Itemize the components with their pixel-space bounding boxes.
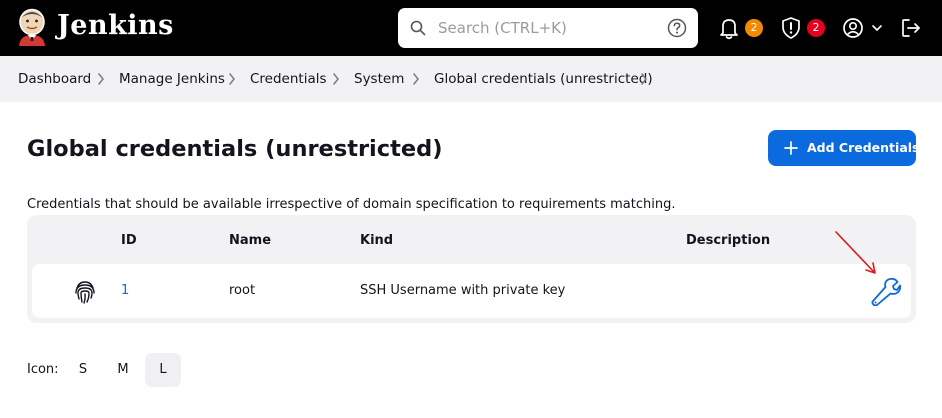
breadcrumb-item-global-credentials[interactable]: Global credentials (unrestricted): [434, 70, 653, 88]
fingerprint-icon: [75, 281, 95, 304]
search-input[interactable]: [438, 14, 648, 42]
icon-size-medium[interactable]: M: [105, 353, 141, 387]
logout-icon: [902, 19, 920, 37]
user-menu-button[interactable]: [842, 14, 886, 42]
credential-name: root: [229, 283, 256, 298]
page-description: Credentials that should be available irr…: [27, 197, 676, 212]
chevron-right-icon: [229, 73, 235, 85]
table-row: 1 root SSH Username with private key: [32, 264, 911, 318]
chevron-right-icon: [98, 73, 104, 85]
credentials-table: ID Name Kind Description 1 root SSH User…: [27, 215, 916, 323]
notifications-badge: 2: [745, 19, 763, 37]
notifications-button[interactable]: 2: [718, 14, 766, 42]
security-badge: 2: [807, 19, 825, 37]
annotation-arrow: [835, 231, 876, 274]
breadcrumb: Dashboard Manage Jenkins Credentials Sys…: [0, 56, 942, 102]
top-header: Jenkins 2 2: [0, 0, 942, 56]
breadcrumb-item-manage-jenkins[interactable]: Manage Jenkins: [119, 70, 225, 88]
breadcrumb-item-credentials[interactable]: Credentials: [250, 70, 327, 88]
icon-size-large[interactable]: L: [145, 353, 181, 387]
column-header-name[interactable]: Name: [229, 232, 271, 250]
user-icon: [843, 18, 863, 38]
chevron-down-icon: [872, 25, 882, 31]
wrench-icon[interactable]: [869, 276, 901, 306]
add-credentials-label: Add Credentials: [807, 140, 920, 155]
breadcrumb-item-dashboard[interactable]: Dashboard: [18, 70, 91, 88]
column-header-description[interactable]: Description: [686, 232, 770, 250]
icon-size-small[interactable]: S: [65, 353, 101, 387]
plus-icon: [784, 141, 798, 155]
chevron-right-icon[interactable]: [640, 73, 648, 85]
search-icon: [410, 20, 426, 36]
column-header-kind[interactable]: Kind: [360, 232, 393, 250]
logout-button[interactable]: [900, 14, 924, 42]
help-icon[interactable]: [667, 18, 687, 38]
icon-size-label: Icon:: [27, 362, 59, 377]
bell-icon: [720, 19, 738, 40]
credential-kind: SSH Username with private key: [360, 283, 566, 298]
chevron-right-icon: [333, 73, 339, 85]
page-title: Global credentials (unrestricted): [27, 136, 443, 162]
breadcrumb-item-system[interactable]: System: [354, 70, 404, 88]
security-button[interactable]: 2: [780, 14, 828, 42]
shield-icon: [782, 17, 800, 39]
jenkins-logo-icon[interactable]: [14, 8, 50, 48]
brand-name[interactable]: Jenkins: [57, 8, 174, 44]
add-credentials-button[interactable]: Add Credentials: [768, 130, 920, 166]
search-box[interactable]: [398, 8, 698, 48]
credential-id-link[interactable]: 1: [121, 282, 129, 300]
chevron-right-icon: [413, 73, 419, 85]
column-header-id[interactable]: ID: [121, 232, 137, 250]
